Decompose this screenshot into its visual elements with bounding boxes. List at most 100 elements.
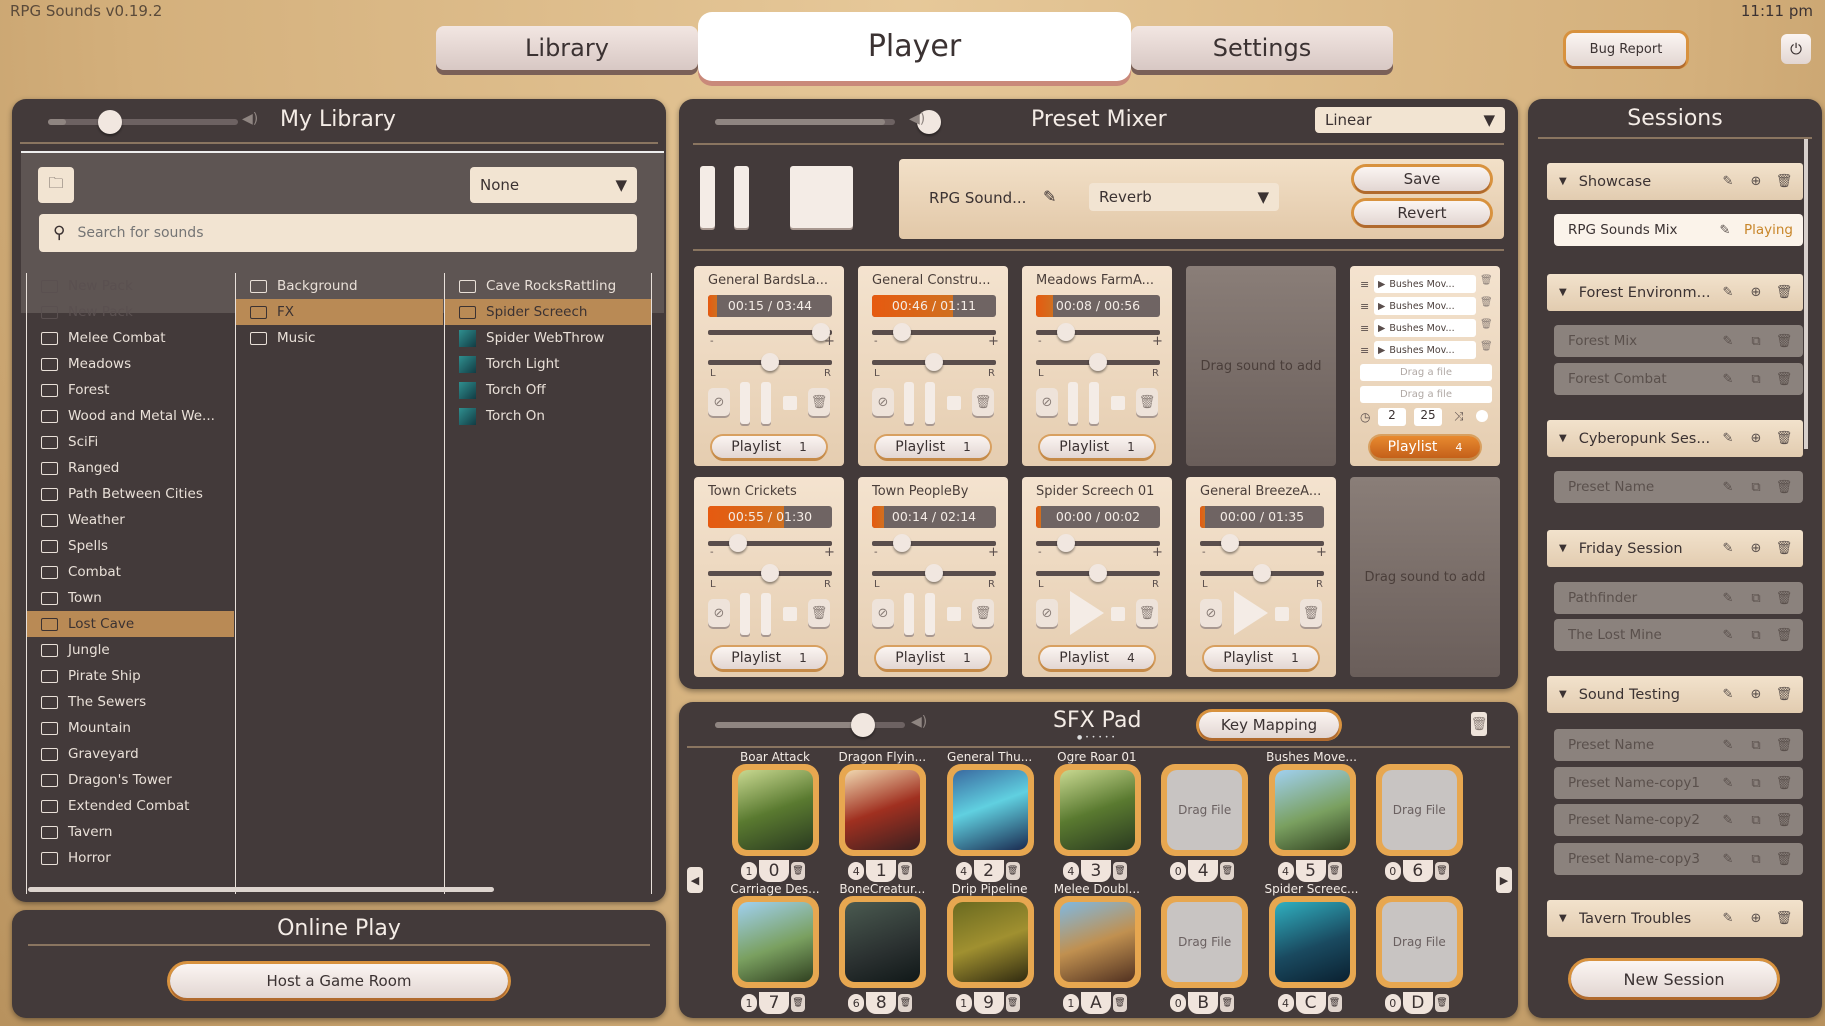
playlist-button[interactable]: Playlist 1: [1040, 436, 1154, 458]
pack-item[interactable]: New Pack: [27, 299, 234, 325]
mute-icon[interactable]: ⊘: [1200, 599, 1222, 627]
sfx-pad[interactable]: [1053, 764, 1141, 856]
pad-key[interactable]: D: [1402, 992, 1433, 1014]
pad-key[interactable]: 7: [759, 992, 789, 1014]
tab-library[interactable]: Library: [436, 26, 698, 70]
trash-icon[interactable]: 🗑: [1775, 911, 1793, 927]
pan-slider[interactable]: [708, 353, 832, 371]
fade-mode-dropdown[interactable]: Linear ▼: [1315, 107, 1505, 133]
pack-item[interactable]: Graveyard: [27, 741, 234, 767]
play-button[interactable]: [1234, 591, 1268, 635]
trash-icon[interactable]: 🗑: [1136, 599, 1158, 627]
sound-item[interactable]: Cave RocksRattling: [445, 273, 651, 299]
add-preset-icon[interactable]: ⊕: [1747, 911, 1765, 927]
pan-slider[interactable]: [872, 564, 996, 582]
edit-icon[interactable]: ✎: [1719, 541, 1737, 557]
duplicate-icon[interactable]: ⧉: [1747, 479, 1765, 495]
trash-icon[interactable]: 🗑: [1775, 687, 1793, 703]
volume-slider[interactable]: [1200, 534, 1324, 552]
bug-report-button[interactable]: Bug Report: [1566, 33, 1686, 66]
trash-icon[interactable]: 🗑: [1775, 333, 1793, 349]
pan-slider[interactable]: [1036, 353, 1160, 371]
collapse-caret-icon[interactable]: ▼: [1559, 287, 1567, 298]
progress-bar[interactable]: 00:00 / 00:02: [1036, 506, 1160, 528]
sfx-pad[interactable]: [732, 896, 819, 988]
pause-button[interactable]: [740, 382, 750, 424]
pack-item[interactable]: Meadows: [27, 351, 234, 377]
edit-icon[interactable]: ✎: [1716, 222, 1734, 238]
stop-all-button[interactable]: [790, 166, 853, 228]
preset-item[interactable]: Preset Name-copy3 ✎ ⧉ 🗑: [1554, 843, 1803, 875]
session-group[interactable]: ▼ Showcase ✎ ⊕ 🗑: [1547, 163, 1803, 200]
sfx-pad[interactable]: Drag File: [1161, 764, 1249, 856]
revert-button[interactable]: Revert: [1354, 201, 1490, 225]
stop-button[interactable]: [783, 396, 797, 410]
prev-page-button[interactable]: ◀: [687, 867, 703, 893]
sound-item[interactable]: Spider WebThrow: [445, 325, 651, 351]
stop-button[interactable]: [947, 607, 961, 621]
trash-icon[interactable]: 🗑: [1327, 862, 1342, 880]
session-group[interactable]: ▼ Forest Environm... ✎ ⊕ 🗑: [1547, 274, 1803, 311]
pan-slider[interactable]: [872, 353, 996, 371]
preset-item[interactable]: Pathfinder ✎ ⧉ 🗑: [1554, 582, 1803, 614]
pause-button[interactable]: [761, 382, 771, 424]
pack-item[interactable]: Ranged: [27, 455, 234, 481]
preset-item[interactable]: RPG Sounds Mix ✎ Playing: [1554, 214, 1803, 246]
mute-icon[interactable]: ⊘: [708, 388, 730, 416]
search-input[interactable]: [77, 225, 598, 241]
duplicate-icon[interactable]: ⧉: [1747, 333, 1765, 349]
play-icon[interactable]: ▶: [1378, 279, 1385, 290]
pause-button[interactable]: [1068, 382, 1078, 424]
pause-all-button[interactable]: [700, 166, 749, 228]
duplicate-icon[interactable]: ⧉: [1747, 812, 1765, 828]
trash-icon[interactable]: 🗑: [1775, 479, 1793, 495]
preset-item[interactable]: Preset Name-copy2 ✎ ⧉ 🗑: [1554, 804, 1803, 836]
pad-key[interactable]: B: [1188, 992, 1219, 1014]
duplicate-icon[interactable]: ⧉: [1747, 371, 1765, 387]
sfx-pad[interactable]: [1268, 764, 1356, 856]
sfx-pad[interactable]: Drag File: [1375, 896, 1463, 988]
pause-button[interactable]: [925, 382, 935, 424]
preset-item[interactable]: Preset Name ✎ ⧉ 🗑: [1554, 729, 1803, 761]
trash-icon[interactable]: 🗑: [1775, 851, 1793, 867]
session-group[interactable]: ▼ Friday Session ✎ ⊕ 🗑: [1547, 530, 1803, 567]
preset-item[interactable]: Forest Combat ✎ ⧉ 🗑: [1554, 363, 1803, 395]
volume-slider[interactable]: [872, 323, 996, 341]
trash-icon[interactable]: 🗑: [972, 388, 994, 416]
drag-handle-icon[interactable]: ≡: [1360, 344, 1369, 357]
save-button[interactable]: Save: [1354, 167, 1490, 191]
drop-zone[interactable]: Drag sound to add: [1350, 477, 1500, 677]
mute-icon[interactable]: ⊘: [708, 599, 730, 627]
mute-icon[interactable]: ⊘: [872, 388, 894, 416]
sound-item[interactable]: Spider Screech: [445, 299, 651, 325]
preset-item[interactable]: Preset Name ✎ ⧉ 🗑: [1554, 471, 1803, 503]
edit-icon[interactable]: ✎: [1719, 479, 1737, 495]
pack-item[interactable]: Path Between Cities: [27, 481, 234, 507]
pack-item[interactable]: Horror: [27, 845, 234, 871]
drag-handle-icon[interactable]: ≡: [1360, 322, 1369, 335]
trash-icon[interactable]: 🗑: [1112, 862, 1127, 880]
drop-zone[interactable]: Drag sound to add: [1186, 266, 1336, 466]
add-preset-icon[interactable]: ⊕: [1747, 541, 1765, 557]
edit-icon[interactable]: ✎: [1719, 737, 1737, 753]
progress-bar[interactable]: 00:14 / 02:14: [872, 506, 996, 528]
trash-icon[interactable]: 🗑: [972, 599, 994, 627]
duplicate-icon[interactable]: ⧉: [1747, 737, 1765, 753]
playlist-button[interactable]: Playlist 4: [1040, 647, 1154, 669]
pack-item[interactable]: New Pack: [27, 273, 234, 299]
edit-icon[interactable]: ✎: [1719, 333, 1737, 349]
drag-handle-icon[interactable]: ≡: [1360, 278, 1369, 291]
trash-icon[interactable]: 🗑: [1136, 388, 1158, 416]
stop-button[interactable]: [947, 396, 961, 410]
preset-item[interactable]: The Lost Mine ✎ ⧉ 🗑: [1554, 619, 1803, 651]
pad-key[interactable]: 3: [1080, 860, 1111, 882]
sfx-volume-slider[interactable]: [715, 713, 905, 737]
trash-icon[interactable]: 🗑: [1775, 174, 1793, 190]
trash-icon[interactable]: 🗑: [898, 994, 913, 1012]
pack-item[interactable]: Spells: [27, 533, 234, 559]
pack-item[interactable]: Tavern: [27, 819, 234, 845]
trash-icon[interactable]: 🗑: [1775, 285, 1793, 301]
preset-item[interactable]: Preset Name-copy1 ✎ ⧉ 🗑: [1554, 767, 1803, 799]
drag-file-slot[interactable]: Drag a file: [1360, 364, 1492, 381]
play-icon[interactable]: ▶: [1378, 323, 1385, 334]
